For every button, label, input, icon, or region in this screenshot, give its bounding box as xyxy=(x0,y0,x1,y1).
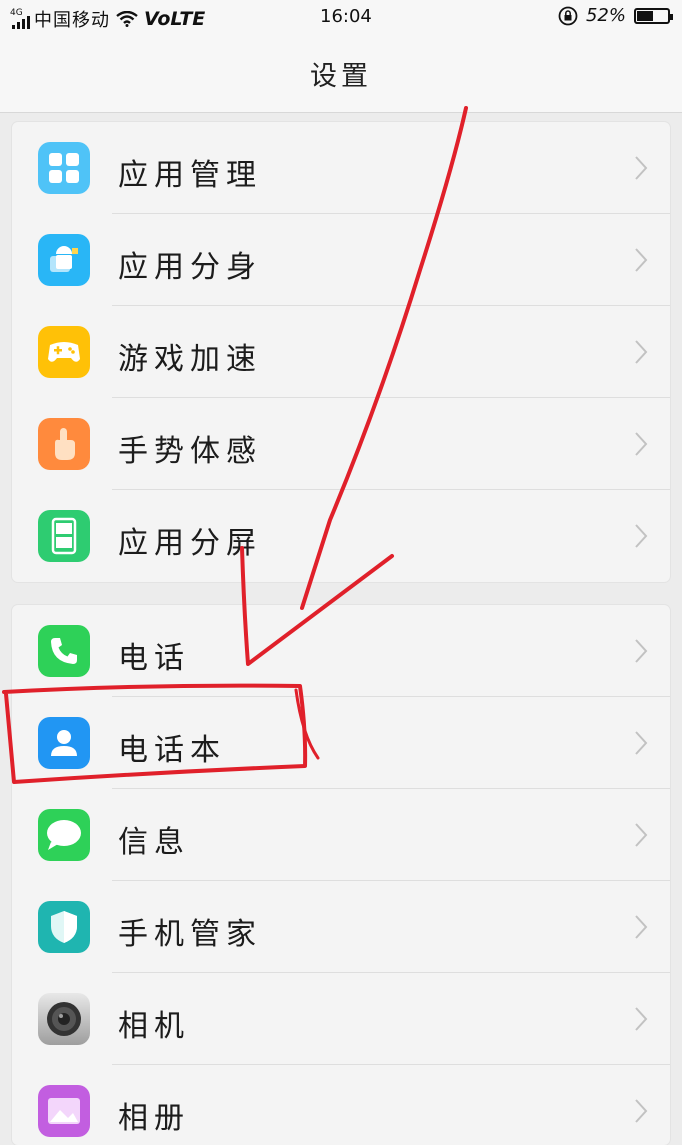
settings-item-label: 应用管理 xyxy=(118,158,262,193)
page-title: 设置 xyxy=(310,61,372,92)
settings-item-split-screen[interactable]: 应用分屏 xyxy=(12,490,670,582)
settings-item-messages[interactable]: 信息 xyxy=(12,789,670,881)
chevron-right-icon xyxy=(635,340,648,364)
settings-item-phone-manager[interactable]: 手机管家 xyxy=(12,881,670,973)
chevron-right-icon xyxy=(635,823,648,847)
settings-item-app-management[interactable]: 应用管理 xyxy=(12,122,670,214)
battery-percent: 52% xyxy=(585,5,626,26)
phone-icon xyxy=(38,625,90,677)
gallery-icon xyxy=(38,1085,90,1137)
settings-item-gesture[interactable]: 手势体感 xyxy=(12,398,670,490)
gesture-icon xyxy=(38,418,90,470)
chevron-right-icon xyxy=(635,156,648,180)
messages-icon xyxy=(38,809,90,861)
settings-item-game-acceleration[interactable]: 游戏加速 xyxy=(12,306,670,398)
settings-group-apps: 电话 电话本 信息 手机管家 相机 相册 xyxy=(12,605,670,1145)
settings-item-label: 相机 xyxy=(118,1009,190,1044)
battery-icon xyxy=(634,7,673,24)
settings-group-features: 应用管理 应用分身 游戏加速 手势体感 应用分屏 xyxy=(12,122,670,582)
settings-item-label: 信息 xyxy=(118,825,190,860)
settings-item-phone[interactable]: 电话 xyxy=(12,605,670,697)
carrier-name: 中国移动 xyxy=(34,10,110,31)
camera-icon xyxy=(38,993,90,1045)
chevron-right-icon xyxy=(635,248,648,272)
title-bar: 设置 xyxy=(0,34,682,113)
chevron-right-icon xyxy=(635,432,648,456)
settings-item-label: 相册 xyxy=(118,1101,190,1136)
settings-item-label: 电话本 xyxy=(118,733,226,768)
chevron-right-icon xyxy=(635,731,648,755)
game-acceleration-icon xyxy=(38,326,90,378)
chevron-right-icon xyxy=(635,915,648,939)
status-bar: 4G 中国移动 VoLTE 16:04 52% xyxy=(0,0,682,34)
phone-manager-icon xyxy=(38,901,90,953)
settings-item-contacts[interactable]: 电话本 xyxy=(12,697,670,789)
chevron-right-icon xyxy=(635,1007,648,1031)
settings-item-label: 电话 xyxy=(118,641,190,676)
settings-item-label: 应用分身 xyxy=(118,250,262,285)
chevron-right-icon xyxy=(635,639,648,663)
signal-icon: 4G xyxy=(10,9,30,29)
wifi-icon xyxy=(116,11,138,27)
settings-item-label: 应用分屏 xyxy=(118,526,262,561)
settings-item-label: 手势体感 xyxy=(118,434,262,469)
app-management-icon xyxy=(38,142,90,194)
split-screen-icon xyxy=(38,510,90,562)
volte-indicator: VoLTE xyxy=(144,8,206,30)
settings-item-gallery[interactable]: 相册 xyxy=(12,1065,670,1145)
chevron-right-icon xyxy=(635,1099,648,1123)
settings-item-camera[interactable]: 相机 xyxy=(12,973,670,1065)
settings-item-label: 手机管家 xyxy=(118,917,262,952)
contacts-icon xyxy=(38,717,90,769)
clock: 16:04 xyxy=(320,6,372,27)
app-clone-icon xyxy=(38,234,90,286)
settings-item-app-clone[interactable]: 应用分身 xyxy=(12,214,670,306)
rotation-lock-icon xyxy=(558,6,578,25)
chevron-right-icon xyxy=(635,524,648,548)
settings-item-label: 游戏加速 xyxy=(118,342,262,377)
